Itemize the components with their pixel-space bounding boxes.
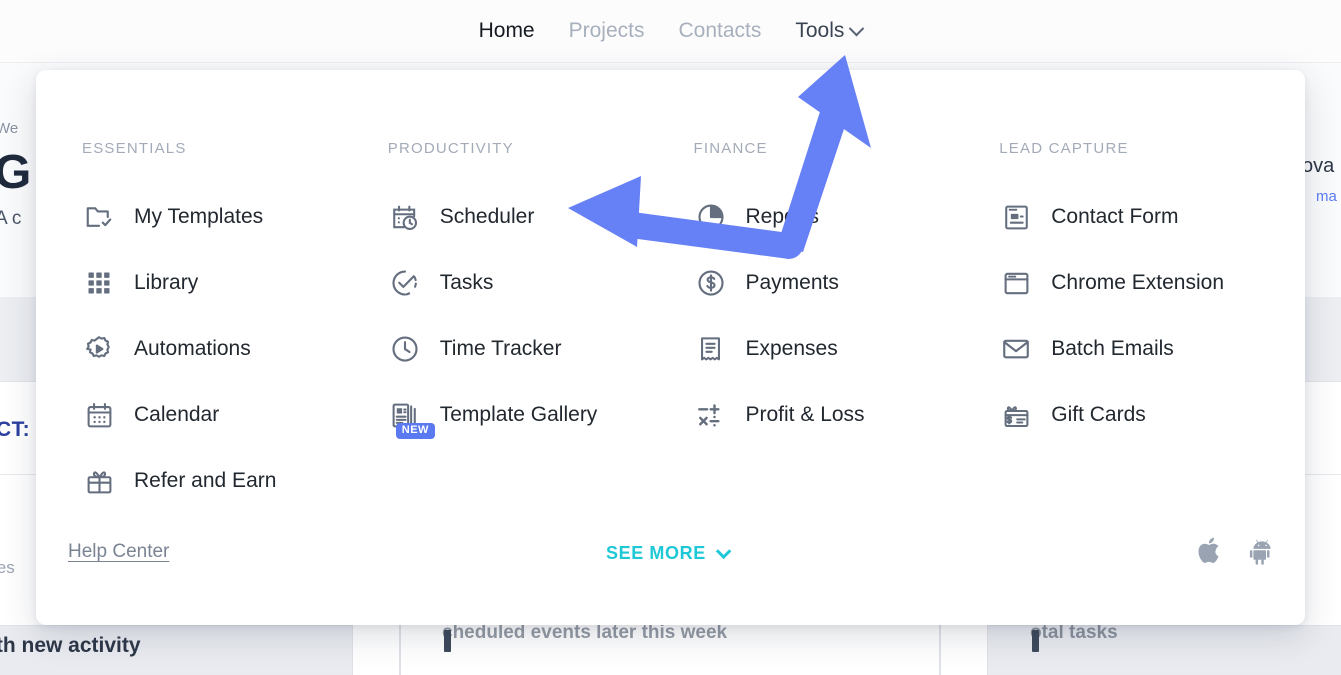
- folder-check-icon: [82, 200, 116, 234]
- envelope-icon: [999, 332, 1033, 366]
- stat-text-tasks: otal tasks: [1030, 622, 1118, 643]
- gear-play-icon: [82, 332, 116, 366]
- welcome-text: We: [0, 120, 19, 137]
- app-store-links: [1196, 535, 1277, 566]
- menu-item-label: Gift Cards: [1051, 403, 1146, 426]
- nav-item-home[interactable]: Home: [479, 19, 535, 43]
- android-icon[interactable]: [1249, 536, 1277, 566]
- menu-item-label: Reports: [745, 205, 820, 228]
- activity-heading: ith new activity: [0, 634, 141, 657]
- nav-item-label: Tools: [795, 19, 845, 42]
- menu-item-label: Contact Form: [1051, 205, 1179, 228]
- menu-item-payments[interactable]: Payments: [694, 250, 1000, 316]
- menu-item-tasks[interactable]: Tasks: [388, 250, 694, 316]
- stat-bar: [1032, 630, 1039, 652]
- stat-text-scheduled: cheduled events later this week: [442, 622, 728, 643]
- calendar-clock-icon: [388, 200, 422, 234]
- panel-footer: Help Center SEE MORE: [36, 515, 1305, 625]
- menu-item-library[interactable]: Library: [82, 250, 388, 316]
- menu-item-expenses[interactable]: Expenses: [694, 316, 1000, 382]
- nav-item-label: Home: [478, 19, 535, 42]
- menu-item-label: Time Tracker: [439, 337, 562, 360]
- check-circle-dashed-icon: [388, 266, 422, 300]
- calendar-icon: [82, 398, 116, 432]
- browser-window-icon: [999, 266, 1033, 300]
- stats-card: [352, 625, 400, 675]
- menu-item-label: Library: [134, 271, 199, 294]
- menu-column-lead-capture: LEAD CAPTURE Contact Form Chrome Extensi…: [999, 140, 1305, 514]
- gift-card-icon: [999, 398, 1033, 432]
- top-navigation: Home Projects Contacts Tools: [0, 0, 1341, 63]
- app-root: We G A c ova ma CT: ies ith new activity…: [0, 0, 1341, 675]
- menu-item-label: Payments: [745, 271, 839, 294]
- menu-item-label: Profit & Loss: [745, 403, 865, 426]
- gift-icon: [82, 464, 116, 498]
- math-operators-icon: [694, 398, 728, 432]
- tools-dropdown-panel: ESSENTIALS My Templates Library Automati…: [36, 70, 1305, 625]
- menu-item-label: Scheduler: [439, 205, 535, 228]
- page-subtitle: A c: [0, 208, 22, 229]
- chevron-down-icon: [715, 543, 732, 560]
- column-heading: FINANCE: [693, 140, 768, 157]
- menu-item-scheduler[interactable]: Scheduler: [388, 184, 694, 250]
- clock-icon: [388, 332, 422, 366]
- nav-item-projects[interactable]: Projects: [569, 19, 645, 43]
- menu-item-label: Calendar: [134, 403, 220, 426]
- right-edge-link[interactable]: ma: [1316, 188, 1337, 205]
- menu-columns: ESSENTIALS My Templates Library Automati…: [36, 70, 1305, 514]
- menu-item-time-tracker[interactable]: Time Tracker: [388, 316, 694, 382]
- page-title: G: [0, 146, 31, 199]
- stat-bar: [444, 630, 451, 652]
- menu-item-batch-emails[interactable]: Batch Emails: [999, 316, 1305, 382]
- menu-item-contact-form[interactable]: Contact Form: [999, 184, 1305, 250]
- nav-item-label: Projects: [568, 19, 645, 42]
- background-list-text: ies: [0, 558, 15, 577]
- menu-item-label: Refer and Earn: [134, 469, 277, 492]
- column-heading: LEAD CAPTURE: [999, 140, 1129, 157]
- help-center-link[interactable]: Help Center: [68, 541, 169, 563]
- apple-icon[interactable]: [1196, 535, 1223, 566]
- menu-item-automations[interactable]: Automations: [82, 316, 388, 382]
- chevron-down-icon: [849, 20, 865, 36]
- right-edge-text: ova: [1302, 155, 1335, 177]
- menu-item-my-templates[interactable]: My Templates: [82, 184, 388, 250]
- menu-column-essentials: ESSENTIALS My Templates Library Automati…: [82, 140, 388, 514]
- menu-item-label: My Templates: [134, 205, 264, 228]
- nav-item-tools[interactable]: Tools: [795, 19, 865, 43]
- see-more-button[interactable]: SEE MORE: [606, 543, 732, 564]
- menu-item-template-gallery[interactable]: NEW Template Gallery: [388, 382, 694, 448]
- form-window-icon: [999, 200, 1033, 234]
- cta-text: CT:: [0, 418, 31, 441]
- menu-item-label: Tasks: [439, 271, 494, 294]
- nav-item-label: Contacts: [678, 19, 762, 42]
- dollar-circle-icon: [694, 266, 728, 300]
- menu-item-label: Chrome Extension: [1051, 271, 1224, 294]
- nav-item-contacts[interactable]: Contacts: [678, 19, 761, 43]
- menu-item-gift-cards[interactable]: Gift Cards: [999, 382, 1305, 448]
- menu-item-chrome-extension[interactable]: Chrome Extension: [999, 250, 1305, 316]
- menu-item-refer-and-earn[interactable]: Refer and Earn: [82, 448, 388, 514]
- menu-item-label: Expenses: [745, 337, 838, 360]
- pie-chart-icon: [694, 200, 728, 234]
- column-heading: ESSENTIALS: [82, 140, 187, 157]
- menu-item-calendar[interactable]: Calendar: [82, 382, 388, 448]
- receipt-icon: [694, 332, 728, 366]
- menu-column-productivity: PRODUCTIVITY Scheduler Tasks Time Tracke…: [388, 140, 694, 514]
- new-badge: NEW: [395, 423, 435, 439]
- menu-item-label: Automations: [134, 337, 251, 360]
- grid-dots-icon: [82, 266, 116, 300]
- document-stack-icon: NEW: [388, 398, 435, 439]
- column-heading: PRODUCTIVITY: [387, 140, 514, 157]
- menu-column-finance: FINANCE Reports Payments Expenses Profit…: [694, 140, 1000, 514]
- menu-item-profit-loss[interactable]: Profit & Loss: [694, 382, 1000, 448]
- menu-item-label: Template Gallery: [439, 403, 598, 426]
- stats-card: [940, 625, 988, 675]
- menu-item-reports[interactable]: Reports: [694, 184, 1000, 250]
- menu-item-label: Batch Emails: [1051, 337, 1174, 360]
- see-more-label: SEE MORE: [606, 543, 706, 563]
